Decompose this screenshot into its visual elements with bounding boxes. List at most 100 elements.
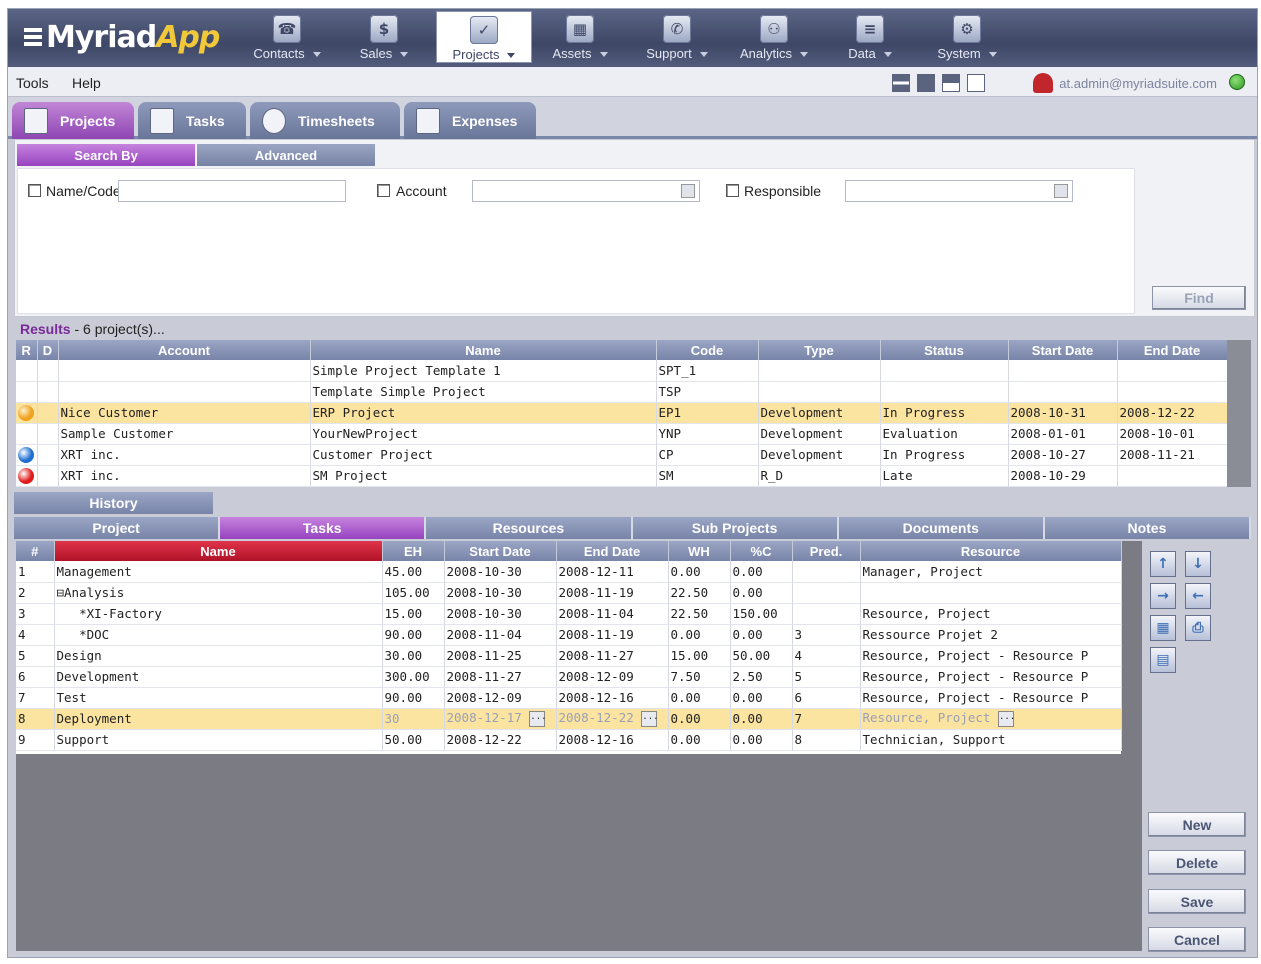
tasks-col-wh[interactable]: WH bbox=[668, 541, 731, 561]
task-row[interactable]: 9 Support 50.00 2008-12-22 2008-12-16 0.00 0.0… bbox=[16, 729, 1122, 751]
nav-label: Sales bbox=[336, 46, 432, 61]
nav-sales[interactable]: $ Sales bbox=[336, 11, 432, 63]
row-d-cell bbox=[37, 360, 59, 382]
results-col-type[interactable]: Type bbox=[758, 340, 881, 360]
results-row[interactable]: XRT inc. Customer Project CP Development In … bbox=[16, 444, 1228, 466]
task-cell-eh[interactable]: 30 bbox=[382, 708, 445, 730]
responsible-checkbox[interactable] bbox=[726, 184, 739, 197]
tasks-col-pred-[interactable]: Pred. bbox=[792, 541, 861, 561]
tab-advanced[interactable]: Advanced bbox=[197, 144, 375, 166]
task-cell-start[interactable]: 2008-12-17 ... bbox=[444, 708, 557, 730]
tasks-col-end-date[interactable]: End Date bbox=[556, 541, 669, 561]
subtab-tasks[interactable]: Tasks bbox=[220, 517, 427, 539]
results-col-start-date[interactable]: Start Date bbox=[1008, 340, 1118, 360]
nav-support[interactable]: ✆ Support bbox=[629, 11, 725, 63]
ellipsis-picker-icon[interactable]: ... bbox=[529, 710, 547, 727]
subtab-project[interactable]: Project bbox=[14, 517, 221, 539]
user-info[interactable]: at.admin@myriadsuite.com bbox=[1033, 73, 1217, 93]
account-checkbox[interactable] bbox=[377, 184, 390, 197]
subtab-notes[interactable]: Notes bbox=[1044, 517, 1252, 539]
responsible-lookup-icon[interactable] bbox=[1054, 184, 1068, 198]
tab-timesheets[interactable]: Timesheets bbox=[250, 102, 400, 139]
account-input[interactable] bbox=[472, 180, 700, 202]
task-row[interactable]: 7 Test 90.00 2008-12-09 2008-12-16 0.00 0.00 6 R… bbox=[16, 687, 1122, 709]
results-row[interactable]: Template Simple Project TSP bbox=[16, 381, 1228, 403]
move-down-icon[interactable]: ↓ bbox=[1185, 551, 1211, 577]
task-row[interactable]: 4 *DOC 90.00 2008-11-04 2008-11-19 0.00 0.00 3… bbox=[16, 624, 1122, 646]
account-lookup-icon[interactable] bbox=[681, 184, 695, 198]
nav-analytics[interactable]: ⚇ Analytics bbox=[726, 11, 822, 63]
results-col-d[interactable]: D bbox=[37, 340, 59, 360]
indent-icon[interactable]: → bbox=[1150, 583, 1176, 609]
results-row[interactable]: XRT inc. SM Project SM R_D Late 2008-10-29 bbox=[16, 465, 1228, 487]
task-cell-num[interactable]: 8 bbox=[16, 708, 55, 730]
menu-tools[interactable]: Tools bbox=[16, 75, 49, 91]
subtab-documents[interactable]: Documents bbox=[838, 517, 1045, 539]
nav-data[interactable]: ≡ Data bbox=[822, 11, 918, 63]
tasks-col--c[interactable]: %C bbox=[730, 541, 793, 561]
subtab-sub-projects[interactable]: Sub Projects bbox=[632, 517, 839, 539]
task-cell-pc: 0.00 bbox=[730, 582, 793, 604]
nav-projects[interactable]: ✓ Projects bbox=[436, 11, 532, 63]
results-row[interactable]: Simple Project Template 1 SPT_1 bbox=[16, 360, 1228, 382]
results-cell-status bbox=[880, 360, 1009, 382]
task-row[interactable]: 2 ⊟Analysis 105.00 2008-10-30 2008-11-19 22.5… bbox=[16, 582, 1122, 604]
support-icon: ✆ bbox=[663, 15, 691, 43]
ellipsis-picker-icon[interactable]: ... bbox=[641, 710, 659, 727]
results-col-r[interactable]: R bbox=[16, 340, 38, 360]
subtab-resources[interactable]: Resources bbox=[426, 517, 633, 539]
history-button[interactable]: History bbox=[14, 492, 213, 514]
results-col-name[interactable]: Name bbox=[310, 340, 657, 360]
menu-help[interactable]: Help bbox=[72, 75, 101, 91]
task-row[interactable]: 6 Development 300.00 2008-11-27 2008-12-09 7.… bbox=[16, 666, 1122, 688]
layout-top-button[interactable] bbox=[942, 74, 960, 92]
outdent-icon[interactable]: ← bbox=[1185, 583, 1211, 609]
cancel-button[interactable]: Cancel bbox=[1148, 927, 1246, 952]
task-row[interactable]: 5 Design 30.00 2008-11-25 2008-11-27 15.00 50.… bbox=[16, 645, 1122, 667]
gantt-table-icon[interactable]: ▦ bbox=[1150, 615, 1176, 641]
task-cell-name[interactable]: Deployment bbox=[54, 708, 383, 730]
tasks-col-name[interactable]: Name bbox=[54, 541, 383, 561]
save-button[interactable]: Save bbox=[1148, 889, 1246, 914]
find-button[interactable]: Find bbox=[1152, 286, 1246, 310]
task-cell-pc[interactable]: 0.00 bbox=[730, 708, 793, 730]
nav-system[interactable]: ⚙ System bbox=[919, 11, 1015, 63]
tab-tasks[interactable]: Tasks bbox=[138, 102, 246, 139]
results-col-status[interactable]: Status bbox=[880, 340, 1009, 360]
print-icon[interactable]: ⎙ bbox=[1185, 615, 1211, 641]
calculator-icon[interactable]: ▤ bbox=[1150, 647, 1176, 673]
nav-contacts[interactable]: ☎ Contacts bbox=[239, 11, 335, 63]
task-cell-resource[interactable]: Resource, Project ... bbox=[860, 708, 1122, 730]
task-row[interactable]: 3 *XI-Factory 15.00 2008-10-30 2008-11-04 22… bbox=[16, 603, 1122, 625]
results-row[interactable]: Nice Customer ERP Project EP1 Development In… bbox=[16, 402, 1228, 424]
layout-bottom-button[interactable] bbox=[967, 74, 985, 92]
tasks-col-resource[interactable]: Resource bbox=[860, 541, 1122, 561]
layout-split-horizontal-button[interactable] bbox=[892, 74, 910, 92]
task-value-eh: 30 bbox=[384, 711, 400, 726]
results-scrollbar[interactable] bbox=[1227, 340, 1251, 487]
name-code-input[interactable] bbox=[118, 180, 346, 202]
results-col-account[interactable]: Account bbox=[58, 340, 311, 360]
name-code-checkbox[interactable] bbox=[28, 184, 41, 197]
responsible-input[interactable] bbox=[845, 180, 1073, 202]
task-row[interactable]: 8 Deployment 30 2008-12-17 ... 2008-12-22 ..… bbox=[16, 708, 1122, 730]
delete-button[interactable]: Delete bbox=[1148, 850, 1246, 875]
tasks-col-eh[interactable]: EH bbox=[382, 541, 445, 561]
results-col-code[interactable]: Code bbox=[656, 340, 759, 360]
tab-projects[interactable]: Projects bbox=[12, 102, 134, 139]
nav-assets[interactable]: ▦ Assets bbox=[532, 11, 628, 63]
task-cell-pred[interactable]: 7 bbox=[792, 708, 861, 730]
task-cell-end[interactable]: 2008-12-22 ... bbox=[556, 708, 669, 730]
tab-expenses[interactable]: Expenses bbox=[404, 102, 536, 139]
tab-search-by[interactable]: Search By bbox=[17, 144, 195, 166]
ellipsis-picker-icon[interactable]: ... bbox=[997, 710, 1015, 727]
results-col-end-date[interactable]: End Date bbox=[1117, 340, 1228, 360]
tasks-col-number[interactable]: # bbox=[16, 541, 55, 561]
layout-full-button[interactable] bbox=[917, 74, 935, 92]
tasks-col-start-date[interactable]: Start Date bbox=[444, 541, 557, 561]
results-row[interactable]: Sample Customer YourNewProject YNP Developm… bbox=[16, 423, 1228, 445]
new-button[interactable]: New bbox=[1148, 812, 1246, 837]
task-cell-wh[interactable]: 0.00 bbox=[668, 708, 731, 730]
task-row[interactable]: 1 Management 45.00 2008-10-30 2008-12-11 0.00… bbox=[16, 561, 1122, 583]
move-up-icon[interactable]: ↑ bbox=[1150, 551, 1176, 577]
